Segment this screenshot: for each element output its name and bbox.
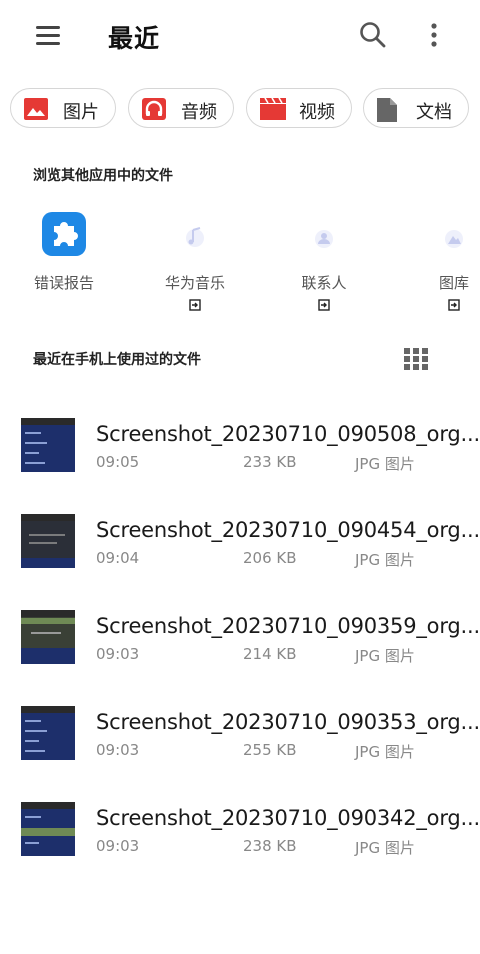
chip-video[interactable]: 视频 [246, 88, 352, 128]
chip-label: 图片 [63, 102, 99, 123]
chip-images[interactable]: 图片 [10, 88, 116, 128]
file-thumbnail [21, 706, 75, 760]
app-label: 联系人 [301, 274, 347, 292]
file-name: Screenshot_20230710_090454_org.... [96, 518, 480, 542]
open-in-app-icon [189, 296, 201, 311]
file-type: JPG 图片 [355, 647, 415, 665]
file-time: 09:05 [96, 453, 140, 471]
puzzle-icon [42, 212, 86, 256]
app-label: 图库 [438, 274, 469, 292]
file-row[interactable]: Screenshot_20230710_090508_org.... 09:05… [0, 418, 480, 498]
file-name: Screenshot_20230710_090342_org.... [96, 806, 480, 830]
menu-icon[interactable] [30, 22, 66, 50]
app-label: 错误报告 [33, 274, 94, 292]
more-options-icon[interactable] [420, 18, 448, 52]
file-type: JPG 图片 [355, 551, 415, 569]
file-row[interactable]: Screenshot_20230710_090454_org.... 09:04… [0, 514, 480, 594]
file-row[interactable]: Screenshot_20230710_090359_org.... 09:03… [0, 610, 480, 690]
chip-documents[interactable]: 文档 [363, 88, 469, 128]
file-size: 206 KB [243, 549, 297, 567]
open-in-app-icon [318, 296, 330, 311]
app-bar: 最近 [0, 0, 480, 72]
app-huawei-music[interactable]: 华为音乐 [143, 204, 243, 314]
search-icon[interactable] [356, 18, 390, 52]
file-time: 09:04 [96, 549, 140, 567]
file-name: Screenshot_20230710_090359_org.... [96, 614, 480, 638]
browse-apps-title: 浏览其他应用中的文件 [33, 168, 173, 184]
clapperboard-icon [260, 97, 286, 120]
file-name: Screenshot_20230710_090353_org.... [96, 710, 480, 734]
file-type: JPG 图片 [355, 743, 415, 761]
document-icon [377, 98, 401, 122]
chip-audio[interactable]: 音频 [128, 88, 234, 128]
apps-row: 错误报告 华为音乐 联系人 图库 [0, 204, 480, 314]
open-in-app-icon [448, 296, 460, 311]
chip-label: 音频 [181, 102, 217, 123]
file-name: Screenshot_20230710_090508_org.... [96, 422, 480, 446]
app-contacts[interactable]: 联系人 [272, 204, 372, 314]
app-bug-report[interactable]: 错误报告 [12, 204, 112, 314]
file-size: 233 KB [243, 453, 297, 471]
category-chips: 图片 音频 视频 文档 [10, 88, 480, 132]
app-gallery[interactable]: 图库 [402, 204, 480, 314]
file-thumbnail [21, 418, 75, 472]
image-icon [24, 98, 48, 120]
app-label: 华为音乐 [164, 274, 225, 292]
recent-files-screen: 最近 图片 音频 视频 文档 浏览其他应用中的文件 错误报告 华为音乐 联系人 … [0, 0, 480, 954]
chip-label: 视频 [299, 102, 335, 123]
file-row[interactable]: Screenshot_20230710_090353_org.... 09:03… [0, 706, 480, 786]
file-size: 238 KB [243, 837, 297, 855]
contacts-app-icon [302, 212, 346, 256]
file-size: 214 KB [243, 645, 297, 663]
grid-view-icon[interactable] [404, 348, 430, 370]
file-time: 09:03 [96, 741, 140, 759]
page-title: 最近 [108, 24, 161, 53]
file-time: 09:03 [96, 837, 140, 855]
file-type: JPG 图片 [355, 455, 415, 473]
file-thumbnail [21, 802, 75, 856]
file-time: 09:03 [96, 645, 140, 663]
file-thumbnail [21, 514, 75, 568]
file-type: JPG 图片 [355, 839, 415, 857]
file-row[interactable]: Screenshot_20230710_090342_org.... 09:03… [0, 802, 480, 882]
music-app-icon [173, 212, 217, 256]
gallery-app-icon [432, 212, 476, 256]
file-size: 255 KB [243, 741, 297, 759]
file-thumbnail [21, 610, 75, 664]
chip-label: 文档 [416, 102, 452, 123]
recent-files-title: 最近在手机上使用过的文件 [33, 352, 201, 368]
headphones-icon [142, 98, 166, 120]
